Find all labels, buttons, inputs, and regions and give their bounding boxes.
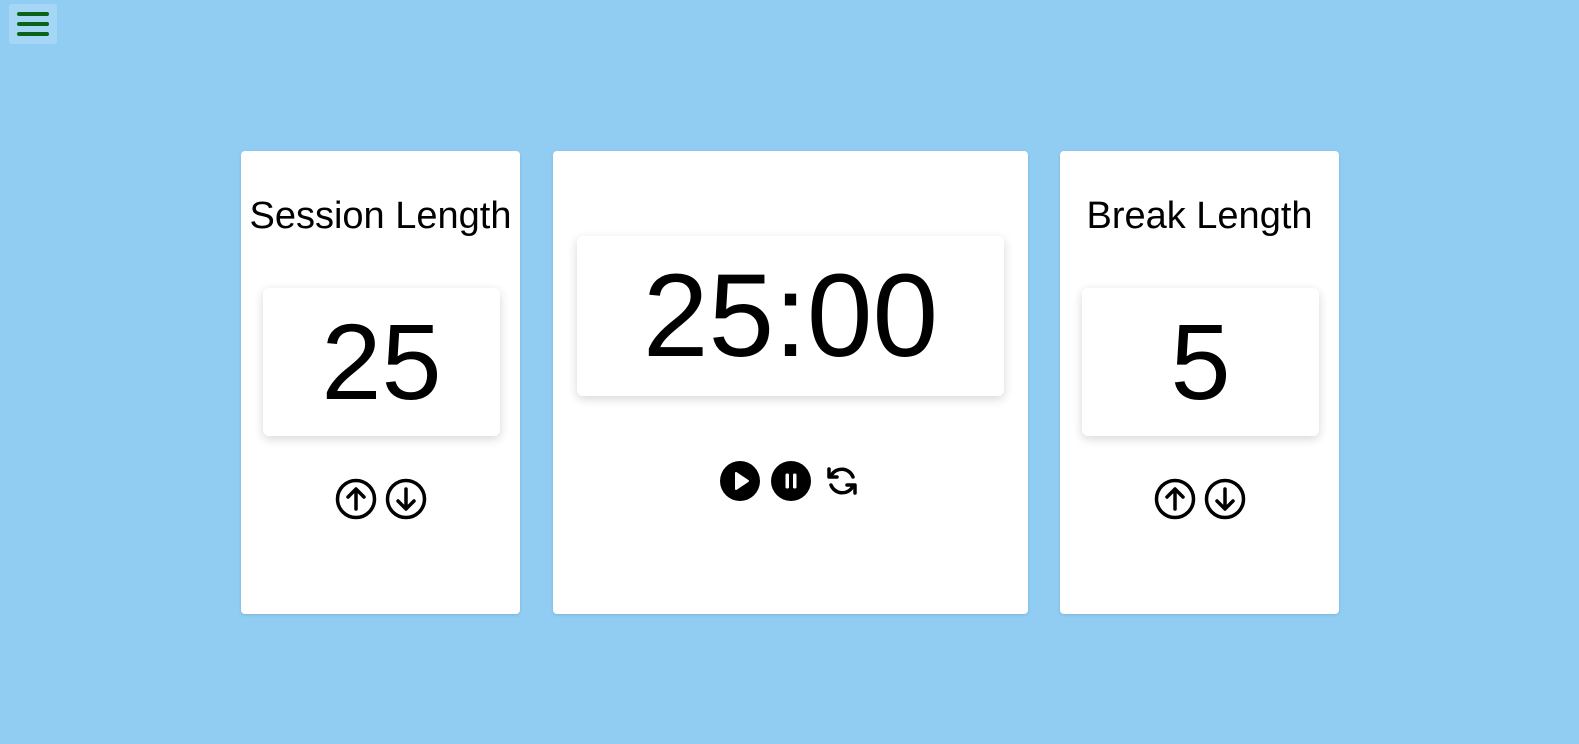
reset-button[interactable] [821, 460, 863, 502]
break-card: Break Length 5 [1060, 151, 1339, 614]
arrow-up-circle-icon [1154, 478, 1195, 520]
arrow-down-circle-icon [1204, 478, 1245, 520]
pause-circle-icon [770, 461, 811, 501]
timer-display: 25:00 [577, 236, 1004, 396]
arrow-up-circle-icon [335, 478, 376, 520]
hamburger-menu-icon [17, 12, 49, 16]
break-length-title: Break Length [1086, 195, 1313, 237]
session-controls [241, 478, 520, 520]
session-length-value: 25 [263, 288, 500, 436]
refresh-icon [826, 467, 857, 495]
hamburger-menu-icon-bar [17, 32, 49, 36]
hamburger-menu-icon-bar [17, 22, 49, 26]
break-increment-button[interactable] [1154, 478, 1196, 520]
play-circle-icon [719, 461, 760, 501]
timer-card: 25:00 [553, 151, 1028, 614]
arrow-down-circle-icon [385, 478, 426, 520]
break-length-value: 5 [1082, 288, 1319, 436]
pause-button[interactable] [770, 460, 812, 502]
session-decrement-button[interactable] [385, 478, 427, 520]
session-increment-button[interactable] [335, 478, 377, 520]
session-card: Session Length 25 [241, 151, 520, 614]
timer-controls [553, 460, 1028, 502]
break-controls [1060, 478, 1339, 520]
session-length-title: Session Length [249, 195, 512, 237]
break-decrement-button[interactable] [1204, 478, 1246, 520]
menu-button[interactable] [9, 4, 57, 44]
play-button[interactable] [719, 460, 761, 502]
